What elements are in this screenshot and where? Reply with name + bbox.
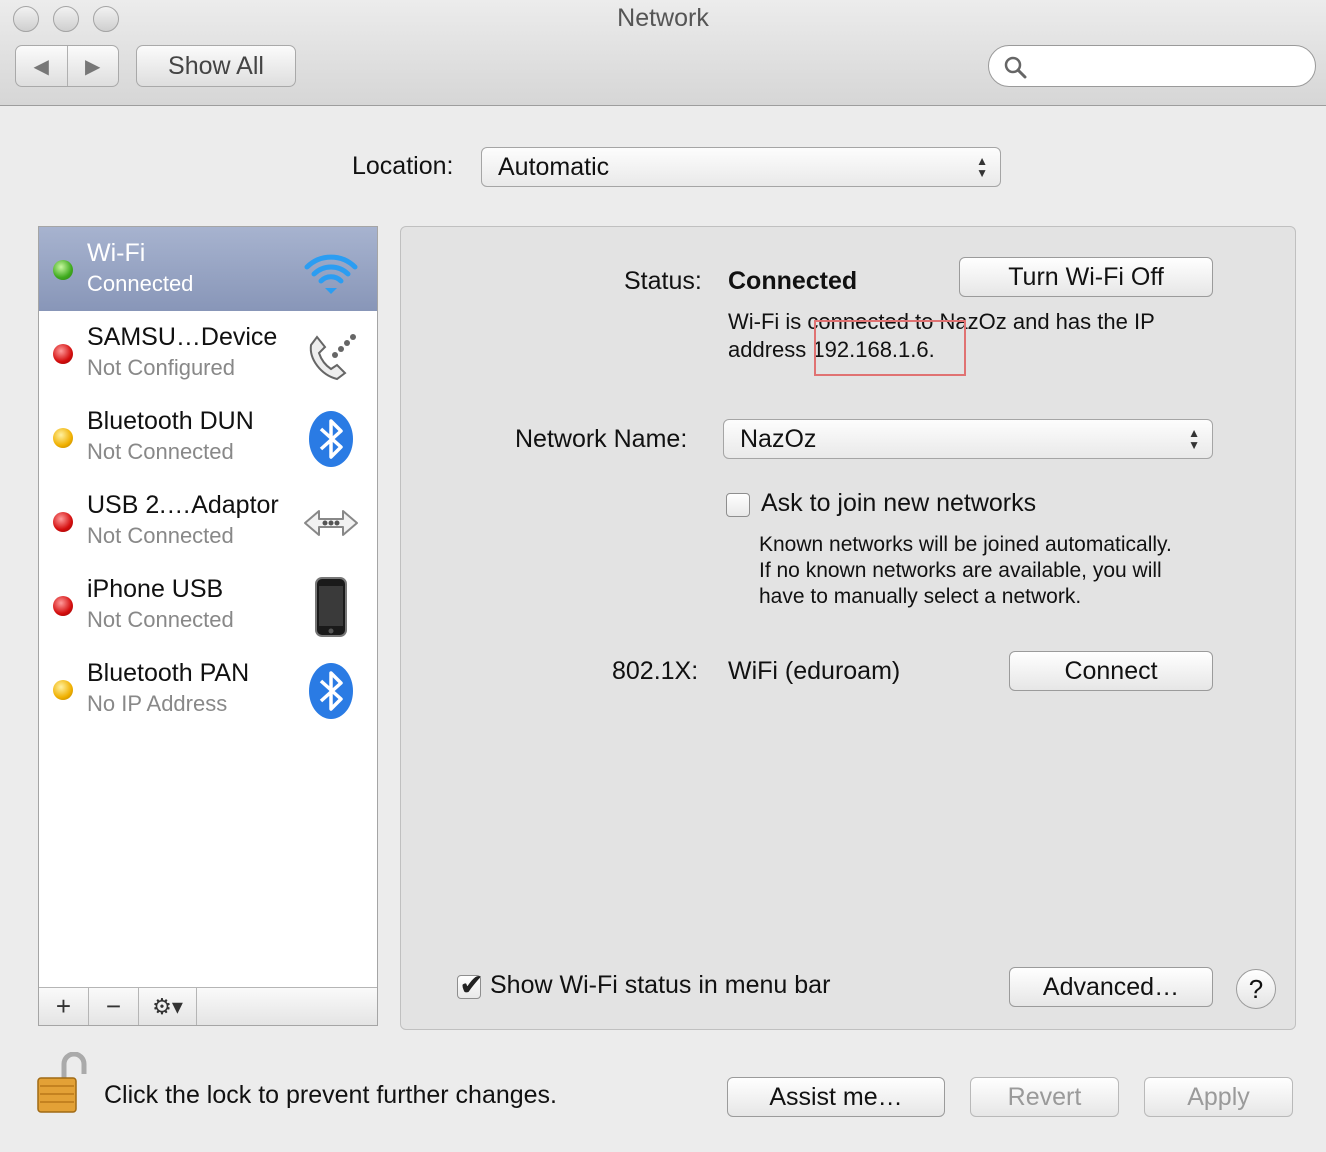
- service-status: Not Connected: [87, 607, 234, 632]
- revert-button[interactable]: Revert: [970, 1077, 1119, 1117]
- assist-me-button[interactable]: Assist me…: [727, 1077, 945, 1117]
- service-detail-panel: Status: Connected Turn Wi-Fi Off Wi-Fi i…: [400, 226, 1296, 1030]
- status-dot-icon: [53, 344, 73, 364]
- forward-button[interactable]: ▶: [68, 46, 119, 86]
- status-dot-icon: [53, 428, 73, 448]
- search-icon: [1004, 56, 1027, 79]
- service-name: USB 2.…Adaptor: [87, 491, 279, 519]
- ask-join-checkbox[interactable]: [726, 493, 750, 517]
- status-dot-icon: [53, 680, 73, 700]
- service-name: Wi-Fi: [87, 239, 146, 267]
- service-status: Not Connected: [87, 439, 234, 464]
- location-value: Automatic: [498, 152, 610, 181]
- status-dot-icon: [53, 260, 73, 280]
- status-value: Connected: [728, 267, 858, 295]
- popup-arrows-icon: ▲ ▼: [976, 154, 988, 180]
- service-item-usb-adaptor[interactable]: USB 2.…Adaptor Not Connected: [39, 479, 377, 563]
- remove-service-button[interactable]: −: [89, 988, 139, 1025]
- back-button[interactable]: ◀: [16, 46, 68, 86]
- phone-modem-icon: [309, 334, 356, 381]
- dot1x-value: WiFi (eduroam): [728, 657, 901, 685]
- search-field[interactable]: [988, 45, 1316, 87]
- status-dot-icon: [53, 596, 73, 616]
- forward-arrow-icon: ▶: [85, 55, 101, 78]
- network-name-popup[interactable]: NazOz ▲ ▼: [723, 419, 1213, 459]
- service-status: No IP Address: [87, 691, 228, 716]
- location-label: Location:: [352, 152, 454, 180]
- service-status: Connected: [87, 271, 194, 296]
- action-menu-gear-icon[interactable]: ⚙▾: [139, 988, 197, 1025]
- service-name: iPhone USB: [87, 575, 224, 603]
- status-label: Status:: [624, 267, 702, 295]
- back-arrow-icon: ◀: [33, 55, 49, 78]
- service-item-wifi[interactable]: Wi-Fi Connected: [39, 227, 377, 311]
- bluetooth-icon: [309, 411, 353, 467]
- ip-highlight-annotation: [814, 320, 966, 376]
- service-name: Bluetooth DUN: [87, 407, 254, 435]
- ask-join-desc-line: Known networks will be joined automatica…: [759, 533, 1172, 556]
- bluetooth-icon: [309, 663, 353, 719]
- turn-wifi-off-button[interactable]: Turn Wi-Fi Off: [959, 257, 1213, 297]
- show-status-checkbox[interactable]: ✔: [457, 969, 484, 1002]
- status-desc-address-word: address: [728, 337, 807, 362]
- status-dot-icon: [53, 512, 73, 532]
- ethernet-arrows-icon: [304, 510, 358, 536]
- ask-join-label: Ask to join new networks: [761, 489, 1037, 517]
- checkmark-icon: ✔: [459, 969, 485, 1002]
- lock-message: Click the lock to prevent further change…: [104, 1081, 558, 1109]
- service-status: Not Connected: [87, 523, 234, 548]
- ask-join-description: Known networks will be joined automatica…: [759, 532, 1172, 610]
- unlocked-padlock-icon[interactable]: [36, 1052, 88, 1114]
- wifi-icon: [304, 254, 358, 294]
- dot1x-label: 802.1X:: [612, 657, 699, 685]
- connect-button[interactable]: Connect: [1009, 651, 1213, 691]
- add-service-button[interactable]: +: [39, 988, 89, 1025]
- network-name-label: Network Name:: [515, 425, 688, 453]
- popup-arrows-icon: ▲ ▼: [1188, 426, 1200, 452]
- iphone-icon: [315, 577, 347, 637]
- service-item-bluetooth-pan[interactable]: Bluetooth PAN No IP Address: [39, 647, 377, 731]
- service-name: SAMSU…Device: [87, 323, 278, 351]
- service-item-iphone-usb[interactable]: iPhone USB Not Connected: [39, 563, 377, 647]
- service-list: Wi-Fi Connected SAMSU…Device Not Configu…: [38, 226, 378, 1026]
- ask-join-desc-line: have to manually select a network.: [759, 585, 1082, 608]
- search-input[interactable]: [1039, 52, 1299, 80]
- service-item-bluetooth-dun[interactable]: Bluetooth DUN Not Connected: [39, 395, 377, 479]
- location-popup[interactable]: Automatic ▲ ▼: [481, 147, 1001, 187]
- service-status: Not Configured: [87, 355, 235, 380]
- window-title: Network: [617, 4, 709, 32]
- service-name: Bluetooth PAN: [87, 659, 250, 687]
- service-item-samsung[interactable]: SAMSU…Device Not Configured: [39, 311, 377, 395]
- show-status-label: Show Wi-Fi status in menu bar: [490, 971, 831, 999]
- window-titlebar: Network ◀ ▶ Show All: [0, 0, 1326, 106]
- service-list-toolbar: + − ⚙▾: [39, 987, 377, 1025]
- advanced-button[interactable]: Advanced…: [1009, 967, 1213, 1007]
- network-name-value: NazOz: [740, 424, 817, 453]
- help-button[interactable]: ?: [1236, 969, 1276, 1009]
- apply-button[interactable]: Apply: [1144, 1077, 1293, 1117]
- show-all-button[interactable]: Show All: [136, 45, 296, 87]
- back-forward-control: ◀ ▶: [15, 45, 119, 87]
- ask-join-desc-line: If no known networks are available, you …: [759, 559, 1162, 582]
